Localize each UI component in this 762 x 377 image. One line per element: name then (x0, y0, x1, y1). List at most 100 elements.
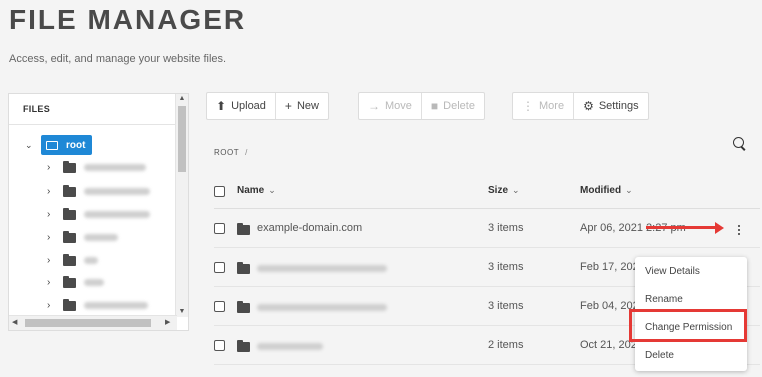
folder-open-icon (46, 140, 58, 150)
menu-item-delete[interactable]: Delete (645, 350, 674, 361)
row-name-redacted[interactable] (257, 343, 323, 350)
tree-vertical-scroll-thumb[interactable] (178, 106, 186, 172)
tree-item[interactable]: › (47, 253, 98, 266)
chevron-right-icon[interactable]: › (47, 186, 55, 197)
delete-button[interactable]: ■ Delete (422, 93, 484, 119)
tree-item[interactable]: › (47, 207, 150, 220)
row-size: 3 items (488, 300, 524, 312)
column-header-modified[interactable]: Modified ⌄ (580, 185, 633, 196)
settings-button[interactable]: ⚙ Settings (574, 93, 648, 119)
settings-label: Settings (598, 100, 639, 112)
scroll-down-arrow-icon[interactable]: ▼ (176, 307, 188, 317)
row-checkbox[interactable] (214, 340, 225, 351)
toolbar-group-options: ⋮ More ⚙ Settings (512, 92, 649, 120)
arrow-right-icon: → (368, 99, 380, 113)
annotation-arrow (646, 221, 724, 234)
chevron-down-icon: ⌄ (268, 185, 276, 195)
select-all-checkbox[interactable] (214, 186, 225, 197)
toolbar-group-create: ⬆ Upload + New (206, 92, 329, 120)
folder-icon (63, 230, 76, 243)
move-label: Move (385, 100, 412, 112)
tree-horizontal-scroll-thumb[interactable] (25, 319, 151, 327)
root-folder-selected[interactable]: root (41, 135, 93, 155)
chevron-down-icon: ⌄ (625, 185, 633, 195)
more-label: More (539, 100, 565, 112)
folder-icon (63, 253, 76, 266)
tree-item[interactable]: › (47, 230, 118, 243)
chevron-right-icon[interactable]: › (47, 209, 55, 220)
annotation-highlight-box (629, 309, 747, 342)
move-button[interactable]: → Move (359, 93, 422, 119)
row-size: 3 items (488, 261, 524, 273)
row-size: 2 items (488, 339, 524, 351)
row-name-redacted[interactable] (257, 265, 387, 272)
row-name-redacted[interactable] (257, 304, 387, 311)
upload-button[interactable]: ⬆ Upload (207, 93, 276, 119)
folder-icon (63, 207, 76, 220)
tree-item-label-redacted (84, 211, 150, 218)
more-button[interactable]: ⋮ More (513, 93, 575, 119)
folder-icon (63, 275, 76, 288)
breadcrumb: ROOT / (214, 148, 248, 157)
chevron-right-icon[interactable]: › (47, 277, 55, 288)
tree-item-label-redacted (84, 234, 118, 241)
file-tree-panel: FILES ⌄ root › › › › › › › ▲ ▼ ◀ ▶ (8, 93, 189, 331)
gear-icon: ⚙ (583, 99, 594, 113)
delete-label: Delete (443, 100, 475, 112)
folder-icon (237, 301, 250, 313)
breadcrumb-root[interactable]: ROOT (214, 148, 239, 157)
plus-icon: + (284, 99, 292, 113)
more-vertical-icon: ⋮ (522, 99, 534, 113)
tree-item-label-redacted (84, 279, 104, 286)
trash-icon: ■ (430, 99, 439, 113)
tree-root-label: root (66, 139, 86, 151)
page-title: FILE MANAGER (9, 4, 247, 35)
menu-item-view-details[interactable]: View Details (645, 266, 700, 277)
table-header: Name ⌄ Size ⌄ Modified ⌄ (214, 182, 760, 209)
row-checkbox[interactable] (214, 301, 225, 312)
row-actions-kebab-icon[interactable] (734, 223, 744, 237)
column-size-label: Size (488, 185, 509, 196)
chevron-right-icon[interactable]: › (47, 162, 55, 173)
breadcrumb-separator: / (245, 148, 248, 157)
file-tree-header: FILES (9, 94, 188, 125)
tree-vertical-scrollbar[interactable]: ▲ ▼ (175, 94, 188, 317)
folder-icon (237, 262, 250, 274)
folder-icon (63, 298, 76, 311)
column-header-name[interactable]: Name ⌄ (237, 185, 276, 196)
tree-item-label-redacted (84, 188, 150, 195)
tree-horizontal-scrollbar[interactable]: ◀ ▶ (9, 315, 177, 330)
scroll-right-arrow-icon[interactable]: ▶ (165, 316, 170, 330)
upload-icon: ⬆ (216, 99, 227, 113)
chevron-down-icon: ⌄ (512, 185, 520, 195)
tree-root-item[interactable]: ⌄ root (25, 135, 93, 155)
tree-item[interactable]: › (47, 298, 148, 311)
chevron-down-icon[interactable]: ⌄ (25, 140, 37, 151)
chevron-right-icon[interactable]: › (47, 300, 55, 311)
new-label: New (296, 100, 319, 112)
search-icon[interactable] (733, 137, 744, 148)
new-button[interactable]: + New (276, 93, 328, 119)
tree-item[interactable]: › (47, 160, 146, 173)
tree-item[interactable]: › (47, 184, 150, 197)
column-name-label: Name (237, 185, 265, 196)
row-checkbox[interactable] (214, 262, 225, 273)
chevron-right-icon[interactable]: › (47, 255, 55, 266)
tree-item-label-redacted (84, 164, 146, 171)
column-header-size[interactable]: Size ⌄ (488, 185, 520, 196)
toolbar-group-edit: → Move ■ Delete (358, 92, 485, 120)
row-name[interactable]: example-domain.com (257, 222, 362, 234)
scroll-left-arrow-icon[interactable]: ◀ (12, 316, 17, 330)
upload-label: Upload (231, 100, 266, 112)
row-checkbox[interactable] (214, 223, 225, 234)
tree-item-label-redacted (84, 302, 148, 309)
chevron-right-icon[interactable]: › (47, 232, 55, 243)
folder-icon (63, 184, 76, 197)
folder-icon (237, 223, 250, 235)
menu-item-rename[interactable]: Rename (645, 294, 683, 305)
column-modified-label: Modified (580, 185, 622, 196)
folder-icon (237, 340, 250, 352)
scroll-up-arrow-icon[interactable]: ▲ (176, 94, 188, 104)
tree-item[interactable]: › (47, 275, 104, 288)
row-size: 3 items (488, 222, 524, 234)
